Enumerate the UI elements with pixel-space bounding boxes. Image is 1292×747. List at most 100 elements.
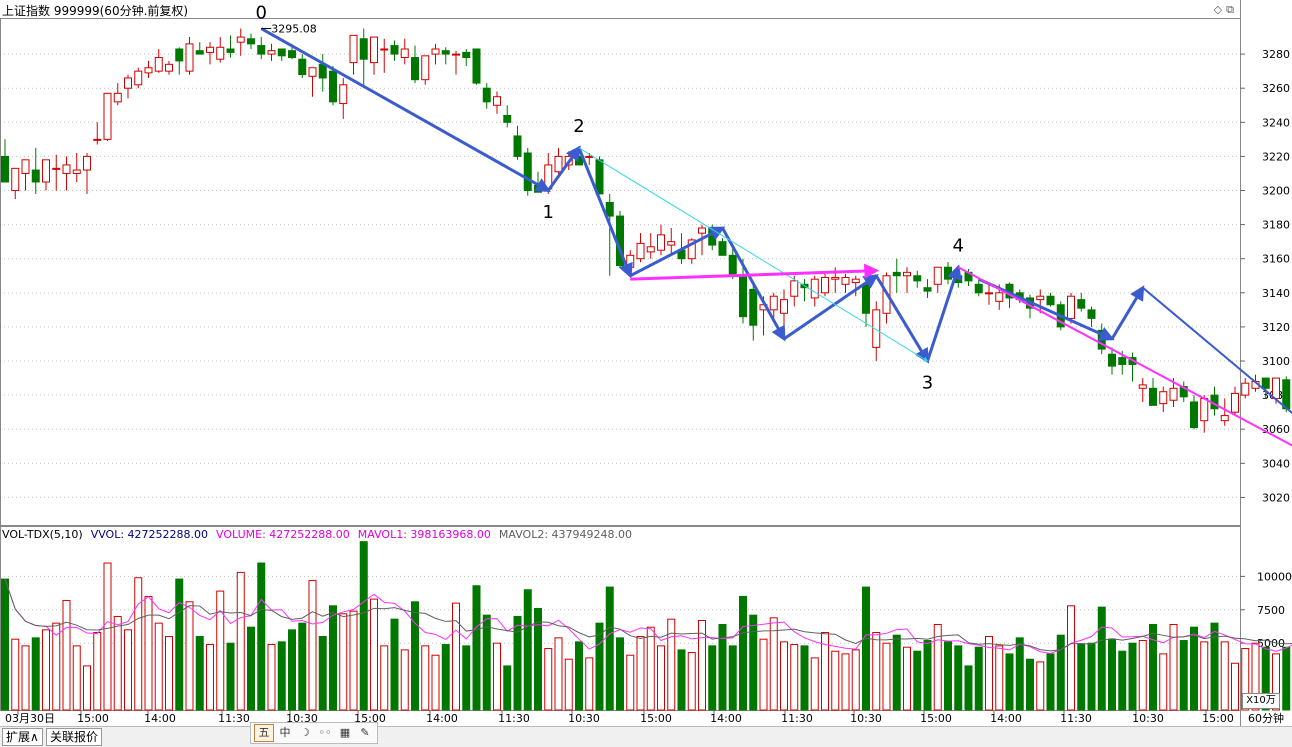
volume-bar: [463, 646, 470, 710]
candle-body: [596, 160, 603, 194]
tab-expand[interactable]: 扩展∧: [2, 728, 43, 746]
candle-body: [699, 228, 706, 233]
volume-bar: [914, 651, 921, 710]
volume-bar: [709, 646, 716, 710]
candle-body: [822, 277, 829, 292]
price-tick-label: 3200: [1262, 185, 1290, 198]
volume-bar: [801, 646, 808, 710]
time-tick-label: 11:30: [1060, 712, 1092, 725]
volume-bar: [740, 596, 747, 710]
candle-body: [852, 279, 859, 282]
volume-bar: [278, 642, 285, 710]
candle-body: [770, 296, 777, 310]
volume-bar: [237, 572, 244, 710]
candle-body: [986, 293, 993, 294]
kline-chart[interactable]: 3280326032403220320031803160314031203100…: [0, 0, 1292, 746]
volume-bar: [1027, 659, 1034, 710]
volume-bar: [494, 643, 501, 710]
volume-bar: [217, 591, 224, 710]
volume-bar: [155, 623, 162, 710]
volume-bar: [832, 651, 839, 710]
five-icon[interactable]: 五: [254, 724, 274, 742]
volume-bar: [1109, 639, 1116, 710]
diamond-icon[interactable]: ◇: [1214, 3, 1222, 16]
tab-related-quotes[interactable]: 关联报价: [46, 728, 102, 746]
candle-body: [278, 49, 285, 56]
candle-body: [22, 160, 29, 174]
time-tick-label: 15:00: [1202, 712, 1234, 725]
volume-bar: [73, 646, 80, 710]
candle-body: [125, 78, 132, 88]
period-label[interactable]: 60分钟: [1242, 711, 1290, 726]
volume-bar: [114, 616, 121, 710]
candle-body: [791, 281, 798, 296]
volume-bar: [1283, 647, 1290, 710]
candle-body: [227, 49, 234, 52]
candle-body: [381, 49, 388, 50]
volume-bar: [1211, 623, 1218, 710]
volume-bar: [196, 637, 203, 710]
volume-value: VOLUME: 427252288.00: [216, 528, 350, 541]
price-tick-label: 3160: [1262, 253, 1290, 266]
volume-bar: [647, 627, 654, 710]
volume-bar: [1098, 607, 1105, 710]
volume-bar: [1068, 606, 1075, 710]
settings-icon[interactable]: ✎: [356, 725, 374, 741]
wave-label: 1: [543, 202, 554, 223]
candle-body: [196, 51, 203, 54]
volume-bar: [955, 646, 962, 710]
candle-body: [299, 59, 306, 74]
corner-icons[interactable]: ◇⧉: [1210, 3, 1234, 17]
moon-icon[interactable]: ☽: [296, 725, 314, 741]
candle-body: [268, 51, 275, 54]
candle-body: [524, 153, 531, 191]
volume-bar: [1221, 642, 1228, 710]
candle-body: [463, 52, 470, 57]
price-tick-label: 3180: [1262, 219, 1290, 232]
candle-body: [371, 37, 378, 63]
candle-body: [647, 247, 654, 252]
volume-bar: [350, 611, 357, 710]
volume-tick-label: 10000: [1257, 570, 1292, 583]
volume-bar: [965, 666, 972, 710]
volume-bar: [2, 579, 9, 710]
volume-bar: [617, 638, 624, 710]
keyboard-icon[interactable]: ▦: [336, 725, 354, 741]
volume-bar: [781, 642, 788, 710]
restore-icon[interactable]: ⧉: [1226, 3, 1234, 16]
candle-body: [586, 156, 593, 157]
dots-icon[interactable]: ◦◦: [316, 725, 334, 741]
volume-bar: [945, 642, 952, 710]
volume-bar: [371, 599, 378, 710]
candle-body: [729, 255, 736, 275]
candle-body: [94, 139, 101, 140]
candle-body: [43, 160, 50, 182]
candle-body: [1037, 296, 1044, 299]
candle-body: [719, 242, 726, 256]
price-tick-label: 3040: [1262, 457, 1290, 470]
volume-bar: [43, 630, 50, 710]
volume-bar: [1037, 662, 1044, 710]
chinese-input-icon[interactable]: 中: [276, 725, 294, 741]
time-tick-label: 11:30: [498, 712, 530, 725]
price-tick-label: 3100: [1262, 355, 1290, 368]
candle-body: [350, 35, 357, 62]
volume-bar: [678, 650, 685, 710]
volume-bar: [545, 649, 552, 710]
time-tick-label: 10:30: [1132, 712, 1164, 725]
candle-body: [863, 284, 870, 313]
candle-body: [453, 54, 460, 55]
candle-body: [1139, 385, 1146, 388]
volume-bar: [924, 641, 931, 710]
candle-body: [401, 49, 408, 58]
candle-body: [924, 288, 931, 291]
volume-bar: [1191, 627, 1198, 710]
volume-bar: [432, 655, 439, 710]
volume-indicator-name: VOL-TDX(5,10): [2, 528, 83, 541]
wave-line: [630, 271, 876, 280]
candle-body: [422, 56, 429, 80]
volume-bar: [53, 623, 60, 710]
candle-body: [73, 170, 80, 173]
candle-body: [750, 289, 757, 325]
candle-body: [1078, 300, 1085, 309]
